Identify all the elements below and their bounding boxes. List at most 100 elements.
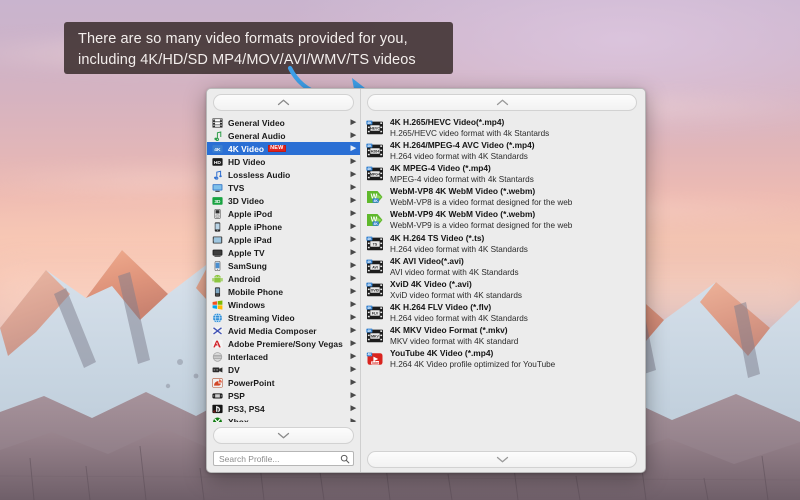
format-list-item[interactable]: XVID 4K XviD 4K Video (*.avi) XviD video fo… (363, 278, 645, 301)
sidebar-item-samsung[interactable]: SamSung ▶ (207, 259, 360, 272)
sidebar-item-ps3-ps4[interactable]: PS3, PS4 ▶ (207, 402, 360, 415)
format-list-item[interactable]: Tube 4K YouTube 4K Video (*.mp4) H.264 4K V… (363, 348, 645, 371)
sidebar-item-general-video[interactable]: General Video ▶ (207, 116, 360, 129)
svg-text:4K: 4K (367, 353, 372, 357)
chevron-right-icon: ▶ (350, 132, 356, 139)
chevron-right-icon: ▶ (350, 418, 356, 422)
svg-text:4K: 4K (367, 306, 372, 310)
format-list-item[interactable]: AVI 4K 4K AVI Video(*.avi) AVI video format… (363, 255, 645, 278)
format-text: 4K AVI Video(*.avi) AVI video format with… (390, 256, 519, 278)
format-description: H.264 video format with 4K Standards (390, 314, 528, 324)
sidebar-item-tvs[interactable]: TVS ▶ (207, 181, 360, 194)
sidebar-item-apple-ipod[interactable]: Apple iPod ▶ (207, 207, 360, 220)
sidebar-item-lossless-audio[interactable]: Lossless Audio ▶ (207, 168, 360, 181)
category-list[interactable]: General Video ▶ General Audio ▶ 4K 4K Video NE… (207, 115, 360, 422)
format-description: H.264 video format with 4K Standards (390, 151, 528, 161)
sidebar-item-label: Apple iPod (228, 208, 273, 219)
format-list-item[interactable]: FLV 4K 4K H.264 FLV Video (*.flv) H.264 vid… (363, 302, 645, 325)
chevron-up-icon (277, 99, 290, 106)
format-scroll-down-button[interactable] (367, 451, 637, 468)
sidebar-item-label: Streaming Video (228, 312, 295, 323)
sidebar-item-streaming-video[interactable]: Streaming Video ▶ (207, 311, 360, 324)
sidebar-item-apple-tv[interactable]: Apple TV ▶ (207, 246, 360, 259)
4k-video-icon: 4K (212, 144, 223, 154)
film-4k-icon: H264 4K (366, 142, 384, 160)
android-icon (212, 274, 223, 284)
format-list-item[interactable]: MKV 4K 4K MKV Video Format (*.mkv) MKV vide… (363, 325, 645, 348)
chevron-right-icon: ▶ (350, 236, 356, 243)
format-list-item[interactable]: MPG4 4K 4K MPEG-4 Video (*.mp4) MPEG-4 vide… (363, 162, 645, 185)
interlaced-icon (212, 351, 223, 362)
sidebar-scroll-up-button[interactable] (213, 94, 354, 111)
film-4k-icon: XVID 4K (366, 281, 384, 299)
svg-text:4K: 4K (374, 199, 379, 203)
format-description: H.264 4K Video profile optimized for You… (390, 360, 556, 370)
sidebar-item-general-audio[interactable]: General Audio ▶ (207, 129, 360, 142)
search-icon[interactable] (340, 454, 350, 464)
sidebar-item-label: 4K Video (228, 143, 265, 154)
format-list-item[interactable]: TS 4K 4K H.264 TS Video (*.ts) H.264 video … (363, 232, 645, 255)
search-box[interactable] (213, 451, 354, 466)
sidebar-item-label: Avid Media Composer (228, 325, 317, 336)
sidebar-item-powerpoint[interactable]: PowerPoint ▶ (207, 376, 360, 389)
sidebar-item-4k-video[interactable]: 4K 4K Video NEW ▶ (207, 142, 360, 155)
format-text: 4K H.265/HEVC Video(*.mp4) H.265/HEVC vid… (390, 117, 549, 139)
caption-line-1: There are so many video formats provided… (78, 31, 408, 47)
format-name: XviD 4K Video (*.avi) (390, 278, 472, 289)
format-name: 4K MKV Video Format (*.mkv) (390, 325, 508, 336)
format-list-item[interactable]: H264 4K 4K H.264/MPEG-4 AVC Video (*.mp4) H… (363, 139, 645, 162)
format-description: MPEG-4 video format with 4k Stantards (390, 174, 534, 184)
format-description: WebM-VP9 is a video format designed for … (390, 221, 573, 231)
sidebar-scroll-down-button[interactable] (213, 427, 354, 444)
format-text: XviD 4K Video (*.avi) XviD video format w… (390, 279, 522, 301)
format-list[interactable]: HEVC 4K 4K H.265/HEVC Video(*.mp4) H.265/HE… (361, 115, 645, 446)
sidebar-item-3d-video[interactable]: 3D 3D Video ▶ (207, 194, 360, 207)
film-4k-icon: MPG4 4K (366, 165, 384, 183)
search-input[interactable] (219, 453, 340, 464)
webm-icon: W 4K (366, 188, 384, 206)
profile-popup-window: General Video ▶ General Audio ▶ 4K 4K Video NE… (206, 88, 646, 473)
sidebar-item-hd-video[interactable]: HD HD Video ▶ (207, 155, 360, 168)
ipad-icon (212, 235, 223, 245)
format-name: 4K H.265/HEVC Video(*.mp4) (390, 116, 505, 127)
format-scroll-up-button[interactable] (367, 94, 637, 111)
svg-text:4K: 4K (367, 167, 372, 171)
playstation-icon (212, 404, 223, 414)
format-list-item[interactable]: HEVC 4K 4K H.265/HEVC Video(*.mp4) H.265/HE… (363, 116, 645, 139)
film-4k-icon: TS 4K (366, 235, 384, 253)
sidebar-item-interlaced[interactable]: Interlaced ▶ (207, 350, 360, 363)
chevron-down-icon (277, 432, 290, 439)
sidebar-item-windows[interactable]: Windows ▶ (207, 298, 360, 311)
chevron-right-icon: ▶ (350, 340, 356, 347)
sidebar-item-label: Windows (228, 299, 266, 310)
sidebar-item-label: Mobile Phone (228, 286, 284, 297)
format-name: YouTube 4K Video (*.mp4) (390, 348, 494, 359)
format-text: 4K MKV Video Format (*.mkv) MKV video for… (390, 325, 518, 347)
sidebar-item-apple-iphone[interactable]: Apple iPhone ▶ (207, 220, 360, 233)
sidebar-item-xbox[interactable]: Xbox ▶ (207, 415, 360, 422)
sidebar-item-label: Adobe Premiere/Sony Vegas (228, 338, 343, 349)
chevron-right-icon: ▶ (350, 301, 356, 308)
svg-text:4K: 4K (214, 146, 221, 152)
sidebar-item-apple-ipad[interactable]: Apple iPad ▶ (207, 233, 360, 246)
sidebar-item-android[interactable]: Android ▶ (207, 272, 360, 285)
format-text: YouTube 4K Video (*.mp4) H.264 4K Video p… (390, 348, 555, 370)
svg-text:H264: H264 (371, 149, 379, 153)
format-name: 4K AVI Video(*.avi) (390, 255, 464, 266)
format-text: 4K MPEG-4 Video (*.mp4) MPEG-4 video form… (390, 163, 534, 185)
sidebar-item-adobe-premiere-sony-vegas[interactable]: Adobe Premiere/Sony Vegas ▶ (207, 337, 360, 350)
sidebar-item-label: Android (228, 273, 261, 284)
format-list-item[interactable]: W 4K WebM-VP9 4K WebM Video (*.webm) WebM-V… (363, 209, 645, 232)
sidebar-item-mobile-phone[interactable]: Mobile Phone ▶ (207, 285, 360, 298)
chevron-down-icon (496, 456, 508, 463)
sidebar-item-dv[interactable]: DV ▶ (207, 363, 360, 376)
sidebar-item-psp[interactable]: PSP ▶ (207, 389, 360, 402)
sidebar-item-avid-media-composer[interactable]: Avid Media Composer ▶ (207, 324, 360, 337)
format-description: AVI video format with 4K Standards (390, 267, 519, 277)
format-list-item[interactable]: W 4K WebM-VP8 4K WebM Video (*.webm) WebM-V… (363, 186, 645, 209)
svg-text:HEVC: HEVC (370, 126, 380, 130)
svg-text:MKV: MKV (371, 335, 379, 339)
hd-video-icon: HD (212, 157, 223, 167)
sidebar-item-label: HD Video (228, 156, 266, 167)
sidebar-item-label: Lossless Audio (228, 169, 291, 180)
